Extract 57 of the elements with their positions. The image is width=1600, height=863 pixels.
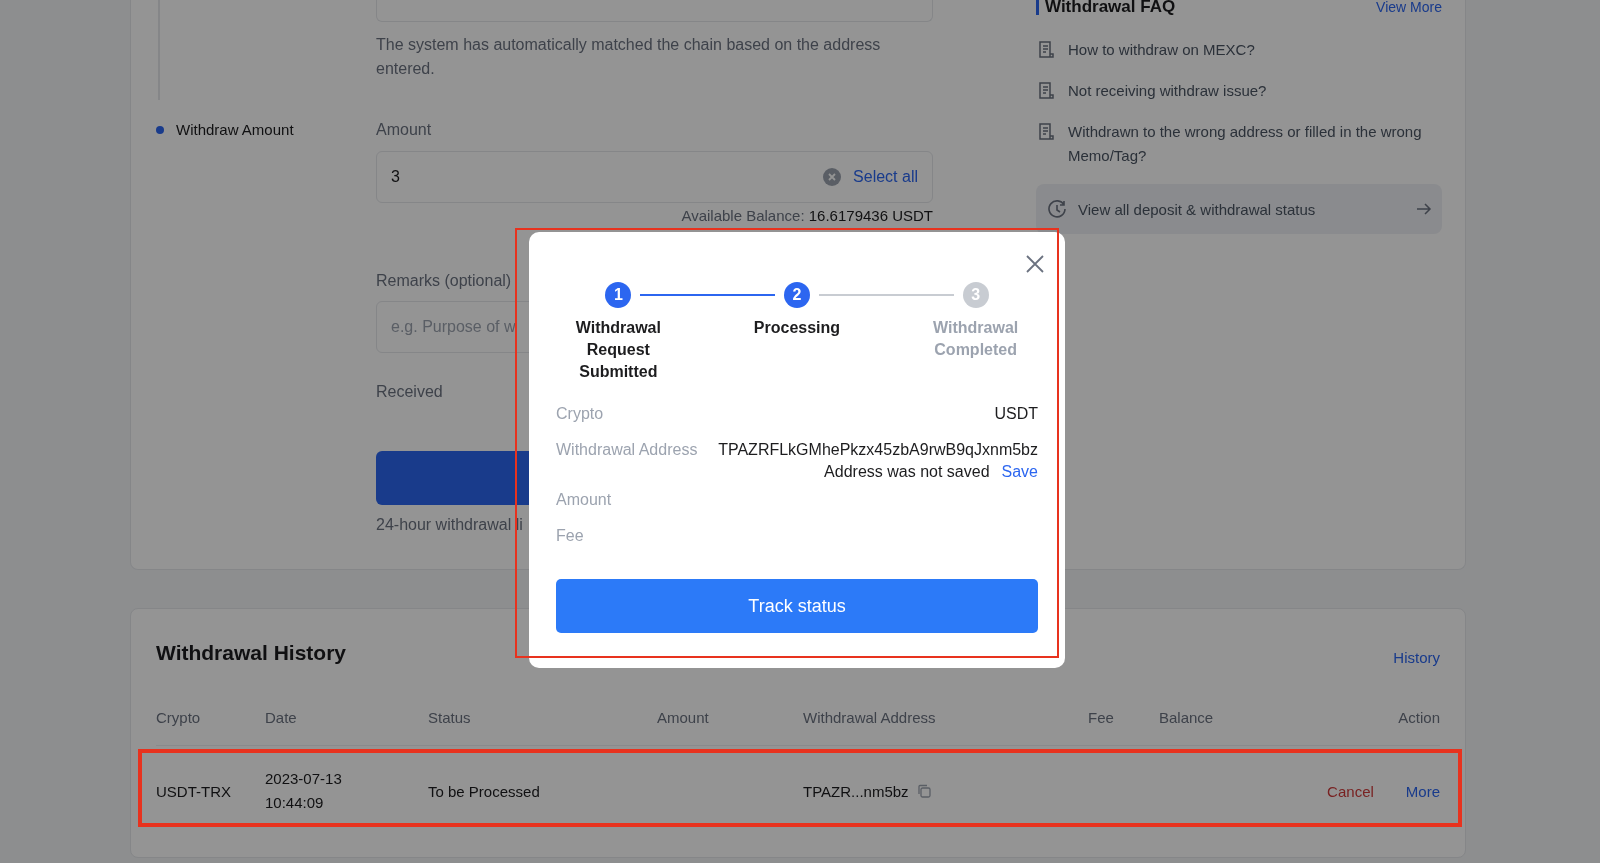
more-link[interactable]: More [1405,782,1440,800]
column-header: Crypto [156,708,201,726]
history-icon [1046,198,1068,220]
table-cell: To be Processed [428,782,540,800]
cancel-link[interactable]: Cancel [1327,782,1374,800]
select-all-link[interactable]: Select all [853,168,918,186]
detail-label: Crypto [556,405,604,423]
detail-label: Amount [556,491,612,509]
timeline-dot [156,125,164,134]
amount-field[interactable]: 3 Select all [376,151,933,203]
faq-title: Withdrawal FAQ [1036,0,1176,15]
balance-value: 16.6179436 USDT [808,207,933,224]
document-icon [1036,81,1056,101]
balance-label: Available Balance: [681,207,805,224]
step-label: Processing [752,318,842,338]
detail-value: TPAZRFLkGMhePkzx45zbA9rwB9qJxnm5bz [718,441,1038,459]
faq-link[interactable]: Not receiving withdraw issue? [1068,79,1267,103]
save-note: Address was not saved [824,463,990,481]
step-number: 2 [784,282,810,308]
history-title: Withdrawal History [156,641,346,665]
column-header: Status [428,708,471,726]
copy-icon[interactable] [916,784,931,798]
close-button[interactable] [1025,254,1045,274]
section-label: Withdraw Amount [176,121,294,138]
column-header: Date [265,708,297,726]
column-header: Fee [1088,708,1114,726]
step-label: Withdrawal Request Submitted [574,318,662,382]
column-header: Amount [657,708,709,726]
step-label: Withdrawal Completed [932,318,1020,360]
track-status-button[interactable]: Track status [556,579,1038,633]
arrow-right-icon [1416,201,1432,217]
table-cell-text: 2023-07-13 10:44:09 [265,769,343,813]
faq-link[interactable]: Withdrawn to the wrong address or filled in the wrong Memo/Tag? [1068,120,1442,168]
detail-label: Withdrawal Address [556,441,698,459]
column-header: Action [1398,708,1440,726]
history-link[interactable]: History [1393,648,1440,666]
faq-link[interactable]: How to withdraw on MEXC? [1068,38,1255,62]
amount-value: 3 [391,168,401,186]
step-number: 1 [605,282,632,308]
column-header: Withdrawal Address [803,708,936,726]
view-more-link[interactable]: View More [1376,0,1442,15]
chain-note: The system has automatically matched the chain based on the address entered. [376,35,882,79]
remarks-label: Remarks (optional) [376,272,512,290]
limit-note: 24-hour withdrawal li [376,516,523,534]
document-icon [1036,40,1056,60]
received-label: Received [376,383,443,401]
table-cell: TPAZR...nm5bz [803,782,909,800]
remarks-placeholder: e.g. Purpose of w [391,318,516,336]
detail-label: Fee [556,527,584,545]
clear-icon[interactable] [823,168,842,186]
table-cell: USDT-TRX [156,782,231,800]
status-link[interactable]: View all deposit & withdrawal status [1036,184,1442,234]
amount-label: Amount [376,121,432,139]
save-link[interactable]: Save [1001,463,1038,481]
document-icon [1036,122,1056,142]
column-header: Balance [1159,708,1214,726]
detail-value: USDT [994,405,1038,423]
